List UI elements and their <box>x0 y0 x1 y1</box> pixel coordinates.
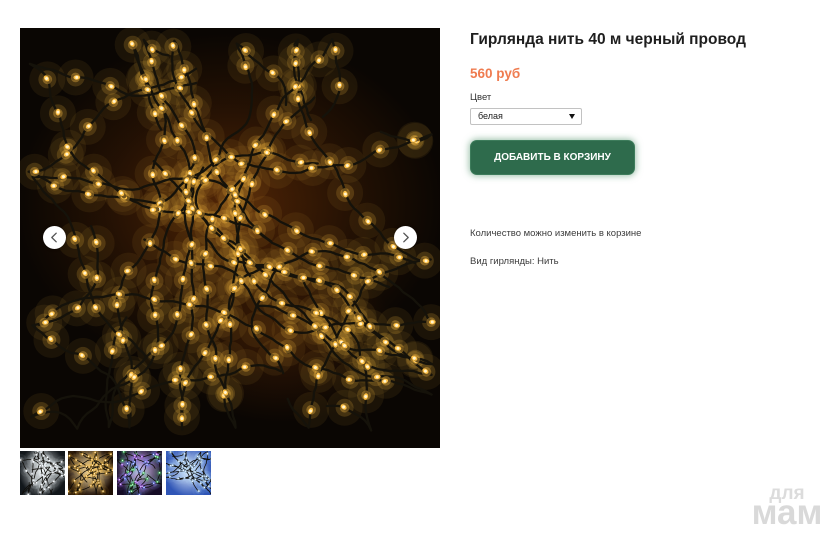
thumbnail-image <box>166 451 211 495</box>
add-to-cart-button[interactable]: ДОБАВИТЬ В КОРЗИНУ <box>471 141 634 174</box>
dropdown-arrow-icon <box>569 114 575 119</box>
thumbnail-2[interactable] <box>68 451 113 495</box>
watermark-logo-line2: мам <box>751 493 823 532</box>
product-main-image <box>20 28 440 448</box>
thumbnail-image <box>117 451 162 495</box>
color-select-value: белая <box>478 111 503 121</box>
bulb-core <box>31 459 33 461</box>
garland-type: Вид гирлянды: Нить <box>470 256 559 267</box>
bulb-core <box>102 490 104 492</box>
product-photo <box>20 28 440 436</box>
bulb-core <box>52 184 56 188</box>
chevron-left-icon <box>51 232 57 243</box>
color-label: Цвет <box>470 92 492 103</box>
bulb-core <box>243 365 247 369</box>
thumbnail-3[interactable] <box>117 451 162 495</box>
thumbnail-image <box>68 451 113 495</box>
product-price: 560 руб <box>470 66 521 81</box>
gallery-next-button[interactable] <box>394 226 417 249</box>
chevron-right-icon <box>403 232 409 243</box>
gallery-prev-button[interactable] <box>43 226 66 249</box>
thumbnail-1[interactable] <box>20 451 65 495</box>
bulb-core <box>309 166 313 170</box>
thumbnail-4[interactable] <box>166 451 211 495</box>
color-select[interactable]: белая <box>470 108 582 125</box>
thumbnail-image <box>20 451 65 495</box>
product-title: Гирлянда нить 40 м черный провод <box>470 31 746 48</box>
quantity-note: Количество можно изменить в корзине <box>470 228 642 239</box>
